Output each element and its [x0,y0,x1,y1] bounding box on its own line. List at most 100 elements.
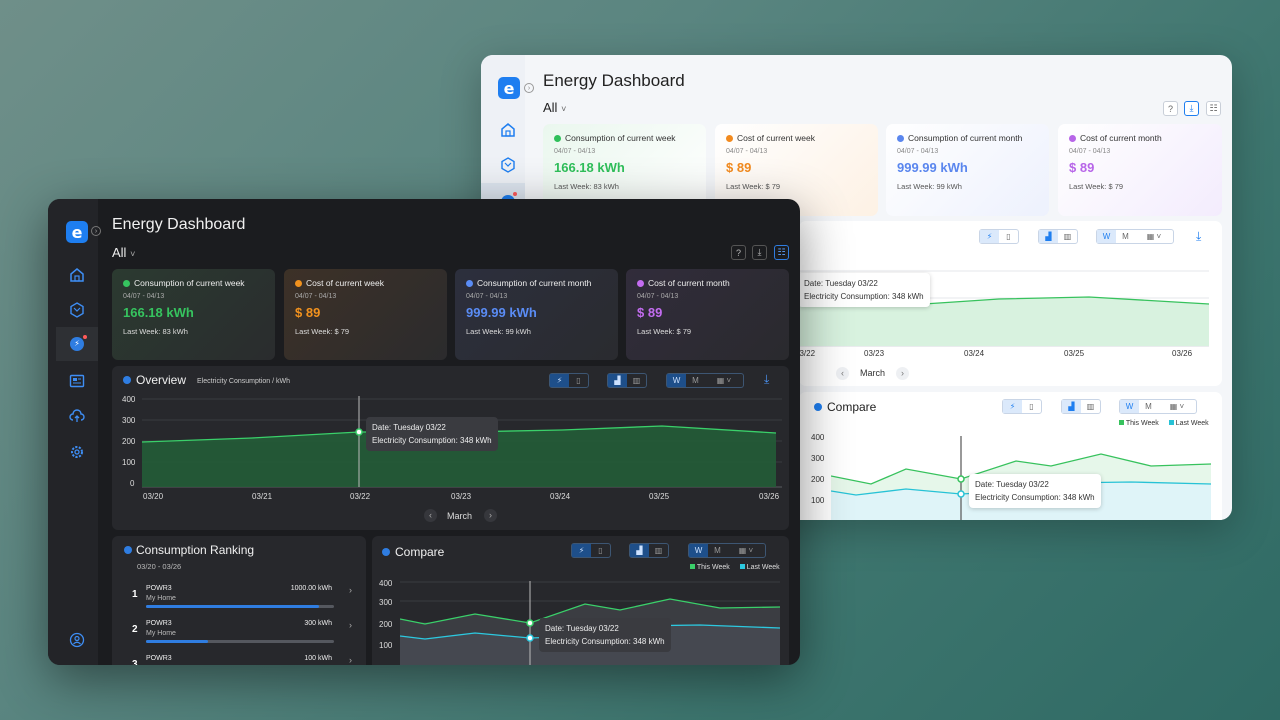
card-date: 04/07 - 04/13 [295,293,337,300]
chart-type-toggle[interactable]: ▟ ▥ [629,543,669,558]
card-last-week: Last Week: $ 79 [295,327,350,336]
tooltip-value: Electricity Consumption: 348 kWh [372,436,492,445]
filter-dropdown[interactable]: All ˅ [543,100,566,115]
report-icon[interactable]: ☷ [1206,101,1221,116]
download-icon[interactable]: ⤓ [764,372,769,387]
period-toggle[interactable]: W M ▦ ˅ [666,373,744,388]
card-title: Consumption of current week [134,278,245,288]
week-option[interactable]: W [1097,230,1116,243]
week-option[interactable]: W [667,374,686,387]
bar-chart-icon[interactable]: ▥ [1081,400,1100,413]
home-icon[interactable] [69,267,85,283]
chart-type-toggle[interactable]: ▟ ▥ [1038,229,1078,244]
card-cost-week[interactable]: Cost of current week 04/07 - 04/13 $ 89 … [284,269,447,360]
download-icon[interactable]: ⤓ [752,245,767,260]
legend: This Week Last Week [1119,420,1209,427]
user-icon[interactable] [69,632,85,648]
check-icon [123,279,130,287]
type-toggle[interactable]: ⚡ ▯ [1002,399,1042,414]
card-title-row: Cost of current week [295,278,384,288]
area-chart-icon[interactable]: ▟ [608,374,627,387]
device-name: POWR3 [146,585,172,592]
card-cost-month[interactable]: Cost of current month 04/07 - 04/13 $ 89… [626,269,789,360]
chevron-right-icon[interactable]: › [524,83,534,93]
calendar-dropdown[interactable]: ▦ ˅ [705,374,743,387]
period-toggle[interactable]: W M ▦ ˅ [688,543,766,558]
gear-icon[interactable] [69,444,85,460]
card-value: $ 89 [637,305,663,320]
rank-number: 1 [132,589,138,600]
download-icon[interactable]: ⤓ [1184,101,1199,116]
bar-chart-icon[interactable]: ▥ [627,374,646,387]
cube-icon[interactable] [69,302,85,318]
bolt-icon[interactable]: ⚡ [550,374,569,387]
plug-icon[interactable]: ▯ [591,544,610,557]
plug-icon[interactable]: ▯ [1022,400,1041,413]
prev-month-button[interactable]: ‹ [836,367,849,380]
type-toggle[interactable]: ⚡ ▯ [979,229,1019,244]
app-logo-icon[interactable]: e [498,77,520,99]
week-option[interactable]: W [1120,400,1139,413]
month-option[interactable]: M [1116,230,1135,243]
type-toggle[interactable]: ⚡ ▯ [549,373,589,388]
calendar-dropdown[interactable]: ▦ ˅ [1158,400,1196,413]
month-option[interactable]: M [686,374,705,387]
calendar-dropdown[interactable]: ▦ ˅ [727,544,765,557]
plug-icon[interactable]: ▯ [569,374,588,387]
next-month-button[interactable]: › [896,367,909,380]
plug-icon[interactable]: ▯ [999,230,1018,243]
check-icon [554,134,561,142]
compare-panel: Compare ⚡ ▯ ▟ ▥ W M ▦ ˅ This Week Last Week … [799,392,1222,520]
area-chart-icon[interactable]: ▟ [630,544,649,557]
card-date: 04/07 - 04/13 [637,293,679,300]
month-option[interactable]: M [708,544,727,557]
type-toggle[interactable]: ⚡ ▯ [571,543,611,558]
bar-chart-icon[interactable]: ▥ [1058,230,1077,243]
device-value: 300 kWh [304,620,332,627]
period-toggle[interactable]: W M ▦ ˅ [1096,229,1174,244]
chart-type-toggle[interactable]: ▟ ▥ [607,373,647,388]
bolt-icon [466,279,473,287]
chart-type-toggle[interactable]: ▟ ▥ [1061,399,1101,414]
bolt-icon[interactable]: ⚡ [1003,400,1022,413]
ranking-row[interactable]: 1 POWR3 My Home 1000.00 kWh › [132,585,352,619]
prev-month-button[interactable]: ‹ [424,509,437,522]
card-cost-month[interactable]: Cost of current month 04/07 - 04/13 $ 89… [1058,124,1222,216]
filter-dropdown[interactable]: All ˅ [112,245,135,260]
bolt-icon[interactable]: ⚡ [572,544,591,557]
card-consumption-month[interactable]: Consumption of current month 04/07 - 04/… [886,124,1049,216]
device-home: My Home [146,630,176,637]
card-last-week: Last Week: 99 kWh [897,182,962,191]
month-option[interactable]: M [1139,400,1158,413]
home-icon[interactable] [500,122,516,138]
card-consumption-week[interactable]: Consumption of current week 04/07 - 04/1… [112,269,275,360]
area-chart-icon[interactable]: ▟ [1039,230,1058,243]
app-logo-icon[interactable]: e [66,221,88,243]
card-consumption-month[interactable]: Consumption of current month 04/07 - 04/… [455,269,618,360]
next-month-button[interactable]: › [484,509,497,522]
ranking-row[interactable]: 2 POWR3 My Home 300 kWh › [132,620,352,654]
ranking-row[interactable]: 3 POWR3 100 kWh › [132,655,352,665]
help-button[interactable]: ? [731,245,746,260]
bar-chart-icon[interactable]: ▥ [649,544,668,557]
hover-point [355,428,363,436]
download-icon[interactable]: ⤓ [1196,229,1201,244]
cube-icon[interactable] [500,157,516,173]
card-last-week: Last Week: 83 kWh [554,182,619,191]
area-chart-icon[interactable]: ▟ [1062,400,1081,413]
filter-label: All [112,245,127,260]
y-tick: 300 [811,454,825,463]
sidebar-item-energy[interactable]: ⚡ [56,327,98,361]
compare-icon [814,403,822,411]
card-last-week: Last Week: $ 79 [637,327,692,336]
dashboard-icon[interactable] [69,373,85,389]
chevron-right-icon[interactable]: › [91,226,101,236]
cloud-upload-icon[interactable] [69,408,85,424]
bolt-icon[interactable]: ⚡ [980,230,999,243]
calendar-dropdown[interactable]: ▦ ˅ [1135,230,1173,243]
week-option[interactable]: W [689,544,708,557]
period-toggle[interactable]: W M ▦ ˅ [1119,399,1197,414]
help-button[interactable]: ? [1163,101,1178,116]
report-icon[interactable]: ☷ [774,245,789,260]
chart-tooltip: Date: Tuesday 03/22 Electricity Consumpti… [798,273,930,307]
